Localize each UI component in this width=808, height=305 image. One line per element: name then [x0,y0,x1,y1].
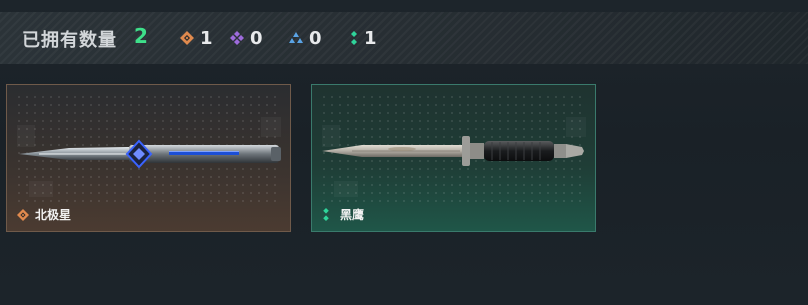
item-card-beijixing[interactable]: 北极星 [6,84,291,232]
owned-summary-bar [0,12,808,64]
rarity-count-purple: 0 [230,27,263,49]
orange-diamond-icon [180,31,194,45]
orange-count: 1 [200,27,213,49]
blue-count: 0 [309,27,322,49]
rarity-count-green: 1 [350,27,377,49]
decor-tile [29,181,53,197]
purple-diamond-icon [230,31,244,45]
owned-label: 已拥有数量 [22,30,117,51]
orange-diamond-icon [17,209,29,221]
purple-count: 0 [250,27,263,49]
decor-tile [334,181,358,197]
item-name: 北极星 [35,208,72,222]
blue-triangle-icon [289,32,303,44]
green-count: 1 [364,27,377,49]
beijixing-knife-image [19,139,283,169]
heiying-knife-image [322,133,588,169]
item-card-heiying[interactable]: 黑鹰 [311,84,596,232]
item-name: 黑鹰 [340,208,365,222]
rarity-count-orange: 1 [180,27,213,49]
green-dots-icon [322,208,330,221]
rarity-count-blue: 0 [289,27,322,49]
green-dots-icon [350,31,358,45]
owned-count: 2 [134,24,148,48]
decor-tile [261,117,281,137]
